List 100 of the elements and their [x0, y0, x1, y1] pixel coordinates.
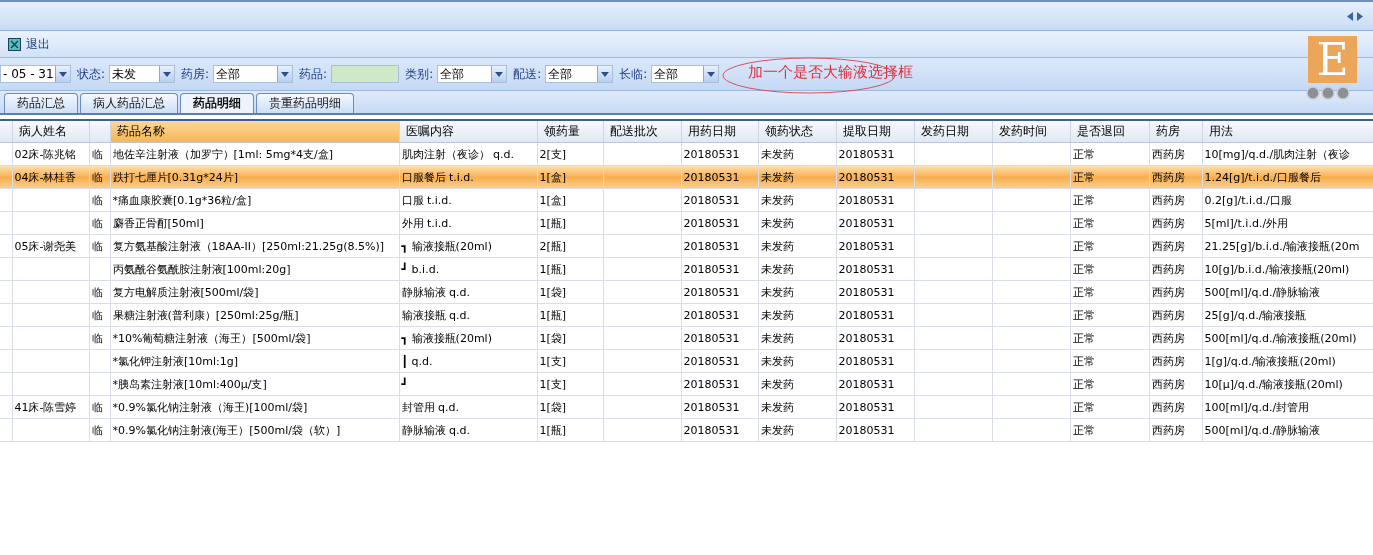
table-row[interactable]: 丙氨酰谷氨酰胺注射液[100ml:20g] ┛ b.i.d. 1[瓶] 20180531 未发药 20180531 正常 西药房 10[g]/b.i.d./输液接瓶(20ml)	[0, 257, 1373, 281]
table-row[interactable]: 临 *10%葡萄糖注射液（海王）[500ml/袋] ┓ 输液接瓶(20ml) 1[袋] 20180531 未发药 20180531 正常 西药房 500[ml]/q.d./输液接瓶(20ml)	[0, 326, 1373, 350]
filter-dropdown[interactable]: 全部	[651, 65, 720, 83]
column-header[interactable]: 配送批次	[603, 121, 681, 143]
table-cell: 1[瓶]	[537, 257, 603, 281]
table-cell: 1[袋]	[537, 280, 603, 304]
table-cell: 20180531	[836, 418, 914, 442]
table-cell: 20180531	[836, 165, 914, 189]
table-cell: *胰岛素注射液[10ml:400μ/支]	[110, 372, 399, 396]
column-header[interactable]: 提取日期	[836, 121, 914, 143]
column-header[interactable]: 药房	[1149, 121, 1202, 143]
table-cell: 临	[89, 395, 110, 419]
table-cell: 正常	[1070, 142, 1149, 166]
table-row[interactable]: 临 麝香正骨酊[50ml] 外用 t.i.d. 1[瓶] 20180531 未发药 20180531 正常 西药房 5[ml]/t.i.d./外用	[0, 211, 1373, 235]
table-cell: 未发药	[758, 349, 836, 373]
table-row[interactable]: *氯化钾注射液[10ml:1g] ┃ q.d. 1[支] 20180531 未发药 20180531 正常 西药房 1[g]/q.d./输液接瓶(20ml)	[0, 349, 1373, 373]
tab[interactable]: 药品明细	[180, 93, 254, 113]
table-cell: *0.9%氯化钠注射液(海王）[500ml/袋（软）]	[110, 418, 399, 442]
table-cell: 500[ml]/q.d./输液接瓶(20ml)	[1202, 326, 1373, 350]
table-row[interactable]: 临 *痛血康胶囊[0.1g*36粒/盒] 口服 t.i.d. 1[盒] 20180531 未发药 20180531 正常 西药房 0.2[g]/t.i.d./口服	[0, 188, 1373, 212]
table-cell: 10[mg]/q.d./肌肉注射（夜诊	[1202, 142, 1373, 166]
table-cell: 未发药	[758, 234, 836, 258]
tab[interactable]: 药品汇总	[4, 93, 78, 113]
table-cell: 05床-谢尧美	[12, 234, 89, 258]
filter-dropdown[interactable]: 全部	[213, 65, 294, 83]
table-row[interactable]: 04床-林桂香 临 跌打七厘片[0.31g*24片] 口服餐后 t.i.d. 1[盒] 20180531 未发药 20180531 正常 西药房 1.24[g]/t.i.d./口服餐后	[0, 165, 1373, 189]
column-header[interactable]: 医嘱内容	[399, 121, 537, 143]
scroll-left-icon[interactable]	[1347, 11, 1353, 21]
dropdown-arrow-icon[interactable]	[163, 71, 172, 77]
table-cell: 20180531	[681, 280, 758, 304]
table-cell: 临	[89, 165, 110, 189]
dropdown-arrow-icon[interactable]	[59, 71, 67, 77]
column-header[interactable]: 领药状态	[758, 121, 836, 143]
filter-dropdown[interactable]: 全部	[437, 65, 508, 83]
column-header[interactable]: 用法	[1202, 121, 1373, 143]
drug-search-field[interactable]	[331, 65, 400, 83]
table-cell: 20180531	[836, 303, 914, 327]
column-header[interactable]: 发药时间	[992, 121, 1070, 143]
table-row[interactable]: 临 果糖注射液(普利康）[250ml:25g/瓶] 输液接瓶 q.d. 1[瓶] 20180531 未发药 20180531 正常 西药房 25[g]/q.d./输液接瓶	[0, 303, 1373, 327]
tab[interactable]: 贵重药品明细	[256, 93, 354, 113]
filter-label: 类别:	[405, 65, 434, 83]
dropdown-arrow-icon[interactable]	[707, 71, 716, 77]
table-cell: 10[μ]/q.d./输液接瓶(20ml)	[1202, 372, 1373, 396]
filter-dropdown[interactable]: - 05 - 31	[0, 65, 71, 83]
table-cell: 静脉输液 q.d.	[399, 280, 537, 304]
dropdown-arrow-icon[interactable]	[281, 71, 290, 77]
table-cell: 西药房	[1149, 349, 1202, 373]
table-row[interactable]: 02床-陈兆铭 临 地佐辛注射液（加罗宁）[1ml: 5mg*4支/盒] 肌肉注射（夜诊） q.d. 2[支] 20180531 未发药 20180531 正常 西药房 10[mg]/q.d./肌肉注射（夜诊	[0, 142, 1373, 166]
filter-dropdown[interactable]: 全部	[545, 65, 614, 83]
table-row[interactable]: *胰岛素注射液[10ml:400μ/支] ┛ 1[支] 20180531 未发药 20180531 正常 西药房 10[μ]/q.d./输液接瓶(20ml)	[0, 372, 1373, 396]
filter-label: 药房:	[181, 65, 210, 83]
dots-icon[interactable]	[1306, 86, 1350, 100]
exit-button[interactable]: 退出	[8, 35, 50, 53]
table-cell: 21.25[g]/b.i.d./输液接瓶(20m	[1202, 234, 1373, 258]
annotation-note: 加一个是否大输液选择框	[748, 63, 913, 82]
scroll-right-icon[interactable]	[1357, 11, 1363, 21]
table-cell: 1[瓶]	[537, 418, 603, 442]
filter-label: 药品:	[299, 65, 328, 83]
table-cell: 西药房	[1149, 257, 1202, 281]
column-header[interactable]: 用药日期	[681, 121, 758, 143]
table-cell: 口服 t.i.d.	[399, 188, 537, 212]
column-header[interactable]: 是否退回	[1070, 121, 1149, 143]
table-cell: 静脉输液 q.d.	[399, 418, 537, 442]
close-icon	[8, 37, 21, 51]
dropdown-arrow-icon[interactable]	[601, 71, 610, 77]
table-row[interactable]: 临 *0.9%氯化钠注射液(海王）[500ml/袋（软）] 静脉输液 q.d. 1[瓶] 20180531 未发药 20180531 正常 西药房 500[ml]/q.d./静脉输液	[0, 418, 1373, 442]
table-cell: 20180531	[836, 395, 914, 419]
table-cell: 1[盒]	[537, 188, 603, 212]
table-cell: 500[ml]/q.d./静脉输液	[1202, 280, 1373, 304]
table-cell: 临	[89, 188, 110, 212]
table-cell: 复方电解质注射液[500ml/袋]	[110, 280, 399, 304]
table-cell: 20180531	[681, 372, 758, 396]
table-cell: ┛ b.i.d.	[399, 257, 537, 281]
table-cell: 04床-林桂香	[12, 165, 89, 189]
table-cell: 20180531	[681, 303, 758, 327]
filter-dropdown[interactable]: 未发	[109, 65, 176, 83]
table-cell: 20180531	[836, 142, 914, 166]
logo: E	[1308, 36, 1357, 83]
table-cell: 20180531	[681, 418, 758, 442]
column-header[interactable]: 领药量	[537, 121, 603, 143]
dropdown-arrow-icon[interactable]	[495, 71, 504, 77]
column-header[interactable]: 病人姓名	[12, 121, 89, 143]
table-cell: 25[g]/q.d./输液接瓶	[1202, 303, 1373, 327]
column-header[interactable]: 药品名称	[110, 121, 399, 143]
table-cell: 未发药	[758, 257, 836, 281]
table-cell: 正常	[1070, 326, 1149, 350]
table-row[interactable]: 05床-谢尧美 临 复方氨基酸注射液（18AA-II）[250ml:21.25g(8.5%)] ┓ 输液接瓶(20ml) 2[瓶] 20180531 未发药 20180531 正常 西药房 21.25[g]/b.i.d./输液接瓶(20m	[0, 234, 1373, 258]
table-row[interactable]: 41床-陈雪婷 临 *0.9%氯化钠注射液（海王)[100ml/袋] 封管用 q.d. 1[袋] 20180531 未发药 20180531 正常 西药房 100[ml]/q.d./封管用	[0, 395, 1373, 419]
table-cell: 复方氨基酸注射液（18AA-II）[250ml:21.25g(8.5%)]	[110, 234, 399, 258]
table-cell: ┃ q.d.	[399, 349, 537, 373]
table-row[interactable]: 临 复方电解质注射液[500ml/袋] 静脉输液 q.d. 1[袋] 20180531 未发药 20180531 正常 西药房 500[ml]/q.d./静脉输液	[0, 280, 1373, 304]
table-cell: 未发药	[758, 326, 836, 350]
table-cell: 500[ml]/q.d./静脉输液	[1202, 418, 1373, 442]
column-header[interactable]: 发药日期	[914, 121, 992, 143]
table-cell: 西药房	[1149, 188, 1202, 212]
table-cell: 20180531	[836, 257, 914, 281]
tab[interactable]: 病人药品汇总	[80, 93, 178, 113]
table-cell: ┛	[399, 372, 537, 396]
table-cell: *氯化钾注射液[10ml:1g]	[110, 349, 399, 373]
table-cell: 跌打七厘片[0.31g*24片]	[110, 165, 399, 189]
